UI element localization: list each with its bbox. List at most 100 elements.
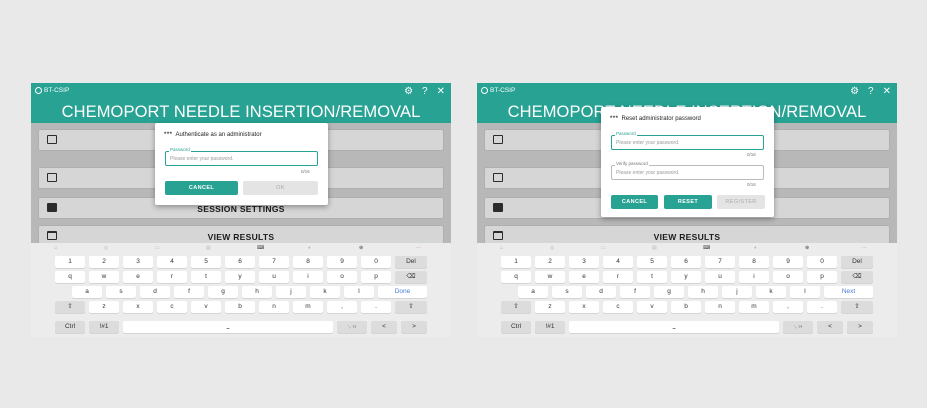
shift-key[interactable]: ⇧ (501, 301, 531, 313)
key[interactable]: k (310, 286, 340, 298)
key[interactable]: x (123, 301, 153, 313)
key[interactable]: a (518, 286, 548, 298)
key[interactable]: d (586, 286, 616, 298)
done-key[interactable]: Done (378, 286, 427, 298)
key[interactable]: m (739, 301, 769, 313)
ctrl-key[interactable]: Ctrl (501, 321, 531, 333)
key[interactable]: m (293, 301, 323, 313)
settings-icon[interactable]: ⊕ (805, 245, 809, 251)
key[interactable]: , (327, 301, 357, 313)
key[interactable]: 6 (225, 256, 255, 268)
key[interactable]: u (259, 271, 289, 283)
symbols-key[interactable]: !#1 (89, 321, 119, 333)
key[interactable]: f (174, 286, 204, 298)
key[interactable]: d (140, 286, 170, 298)
password-field[interactable]: Password Please enter your password. (611, 131, 764, 150)
key[interactable]: s (552, 286, 582, 298)
key[interactable]: c (603, 301, 633, 313)
key[interactable]: 5 (637, 256, 667, 268)
key[interactable]: 4 (603, 256, 633, 268)
key[interactable]: v (637, 301, 667, 313)
shift-key[interactable]: ⇧ (55, 301, 85, 313)
backspace-key[interactable]: ⌫ (395, 271, 427, 283)
right-arrow-key[interactable]: > (401, 321, 427, 333)
key[interactable]: h (242, 286, 272, 298)
key[interactable]: q (501, 271, 531, 283)
key[interactable]: h (688, 286, 718, 298)
person-settings-icon[interactable]: ⚙ (850, 86, 859, 97)
key[interactable]: j (276, 286, 306, 298)
ctrl-key[interactable]: Ctrl (55, 321, 85, 333)
key[interactable]: 4 (157, 256, 187, 268)
key[interactable]: f (620, 286, 650, 298)
close-icon[interactable]: ✕ (437, 86, 445, 97)
key[interactable]: w (535, 271, 565, 283)
key[interactable]: 7 (705, 256, 735, 268)
key[interactable]: n (259, 301, 289, 313)
left-arrow-key[interactable]: < (817, 321, 843, 333)
key[interactable]: t (191, 271, 221, 283)
shift-key[interactable]: ⇧ (395, 301, 427, 313)
mic-icon[interactable]: ♦ (308, 245, 311, 251)
key[interactable]: 0 (807, 256, 837, 268)
gif-icon[interactable]: ▭ (601, 245, 606, 251)
key[interactable]: , (773, 301, 803, 313)
key[interactable]: . (807, 301, 837, 313)
key[interactable]: 3 (123, 256, 153, 268)
password-field[interactable]: Password Please enter your password. (165, 147, 318, 166)
key[interactable]: x (569, 301, 599, 313)
emoji-icon[interactable]: ☺ (499, 245, 504, 251)
right-arrow-key[interactable]: > (847, 321, 873, 333)
keyboard-icon[interactable]: ⌨ (257, 245, 264, 251)
reset-button[interactable]: RESET (664, 195, 712, 209)
key[interactable]: a (72, 286, 102, 298)
clipboard-icon[interactable]: ▤ (652, 245, 657, 251)
key[interactable]: 7 (259, 256, 289, 268)
sticker-icon[interactable]: ◎ (550, 245, 554, 251)
key[interactable]: y (225, 271, 255, 283)
key[interactable]: 8 (293, 256, 323, 268)
settings-icon[interactable]: ⊕ (359, 245, 363, 251)
ok-button[interactable]: OK (243, 181, 318, 195)
key[interactable]: 1 (55, 256, 85, 268)
key[interactable]: v (191, 301, 221, 313)
key[interactable]: 5 (191, 256, 221, 268)
cancel-button[interactable]: CANCEL (611, 195, 658, 209)
clipboard-icon[interactable]: ▤ (206, 245, 211, 251)
key[interactable]: 0 (361, 256, 391, 268)
space-key[interactable]: ⎵ (123, 321, 333, 333)
help-icon[interactable]: ? (868, 86, 874, 97)
close-icon[interactable]: ✕ (883, 86, 891, 97)
key[interactable]: g (208, 286, 238, 298)
mic-icon[interactable]: ♦ (754, 245, 757, 251)
help-icon[interactable]: ? (422, 86, 428, 97)
left-arrow-key[interactable]: < (371, 321, 397, 333)
key[interactable]: l (344, 286, 374, 298)
key[interactable]: l (790, 286, 820, 298)
delete-key[interactable]: Del (395, 256, 427, 268)
key[interactable]: r (603, 271, 633, 283)
emoji-icon[interactable]: ☺ (53, 245, 58, 251)
key[interactable]: o (327, 271, 357, 283)
key[interactable]: 1 (501, 256, 531, 268)
key[interactable]: 2 (535, 256, 565, 268)
symbols-key[interactable]: !#1 (535, 321, 565, 333)
space-key[interactable]: ⎵ (569, 321, 779, 333)
sticker-icon[interactable]: ◎ (104, 245, 108, 251)
key[interactable]: p (361, 271, 391, 283)
key[interactable]: g (654, 286, 684, 298)
key[interactable]: 9 (773, 256, 803, 268)
key[interactable]: i (293, 271, 323, 283)
key[interactable]: e (569, 271, 599, 283)
key[interactable]: w (89, 271, 119, 283)
key[interactable]: o (773, 271, 803, 283)
key[interactable]: r (157, 271, 187, 283)
key[interactable]: 6 (671, 256, 701, 268)
punctuation-key[interactable]: ',. ?! (337, 321, 367, 333)
key[interactable]: n (705, 301, 735, 313)
cancel-button[interactable]: CANCEL (165, 181, 238, 195)
key[interactable]: 3 (569, 256, 599, 268)
key[interactable]: b (671, 301, 701, 313)
verify-password-field[interactable]: Verify password Please enter your passwo… (611, 161, 764, 180)
key[interactable]: z (535, 301, 565, 313)
